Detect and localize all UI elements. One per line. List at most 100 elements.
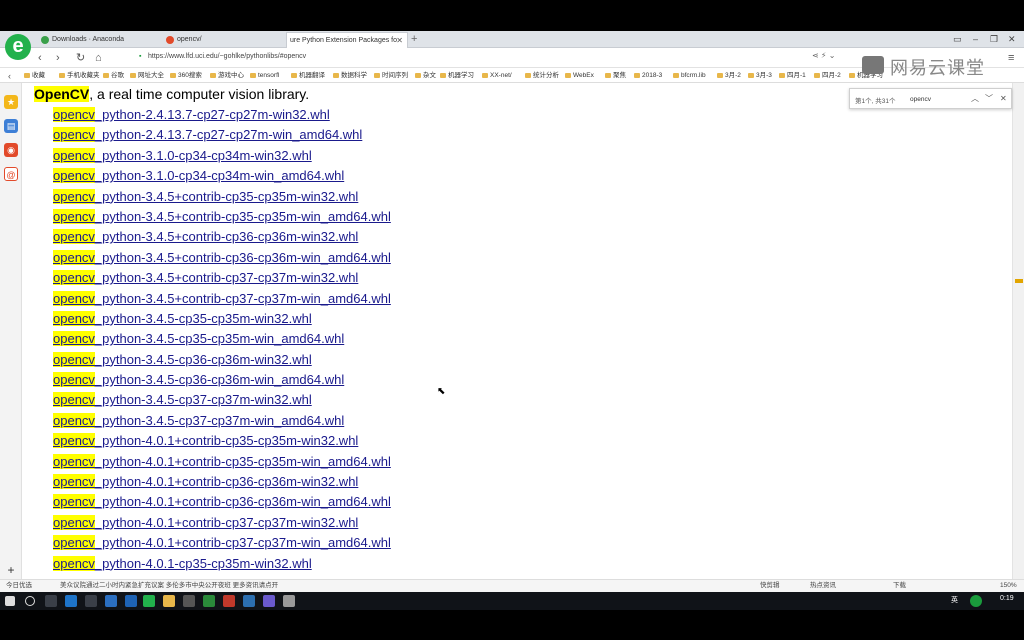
bookmark-item[interactable]: 3月-2	[717, 70, 741, 81]
app-icon[interactable]	[283, 595, 295, 607]
browser-logo-icon[interactable]: e	[5, 34, 31, 60]
app-icon[interactable]	[243, 595, 255, 607]
vertical-scrollbar[interactable]	[1012, 83, 1024, 579]
wheel-file-link[interactable]: opencv_python-3.4.5-cp35-cp35m-win_amd64…	[53, 329, 391, 349]
bookmark-item[interactable]: 收藏	[24, 70, 45, 81]
forward-icon[interactable]: ›	[56, 50, 60, 66]
bookmark-item[interactable]: WebEx	[565, 70, 594, 81]
minimize-button[interactable]: –	[973, 32, 978, 46]
search-icon[interactable]	[25, 596, 35, 606]
wheel-file-link[interactable]: opencv_python-3.4.5+contrib-cp36-cp36m-w…	[53, 227, 391, 247]
wheel-file-link[interactable]: opencv_python-4.0.1+contrib-cp35-cp35m-w…	[53, 431, 391, 451]
library-name[interactable]: OpenCV	[34, 86, 90, 102]
wheel-file-link[interactable]: opencv_python-3.4.5+contrib-cp37-cp37m-w…	[53, 268, 391, 288]
bookmark-item[interactable]: 统计分析	[525, 70, 559, 81]
bookmark-item[interactable]: 杂文	[415, 70, 436, 81]
windows-start-icon[interactable]	[5, 596, 15, 606]
wheel-file-link[interactable]: opencv_python-2.4.13.7-cp27-cp27m-win_am…	[53, 125, 391, 145]
bookmark-item[interactable]: tensorfl	[250, 70, 279, 81]
close-tab-icon[interactable]: ✕	[396, 33, 403, 48]
url-field[interactable]: https://www.lfd.uci.edu/~gohlke/pythonli…	[148, 53, 306, 60]
find-input[interactable]	[910, 93, 968, 105]
favorites-star-icon[interactable]: ★	[4, 95, 18, 109]
wheel-file-link[interactable]: opencv_python-4.0.1+contrib-cp36-cp36m-w…	[53, 492, 391, 512]
status-hot-news[interactable]: 热点资讯	[810, 580, 836, 592]
tab-opencv[interactable]: opencv/	[163, 32, 285, 48]
bookmark-item[interactable]: 四月-2	[814, 70, 841, 81]
bookmark-item[interactable]: 机器学习	[440, 70, 474, 81]
task-view-icon[interactable]	[45, 595, 57, 607]
wheel-file-link[interactable]: opencv_python-4.0.1+contrib-cp35-cp35m-w…	[53, 452, 391, 472]
home-icon[interactable]: ⌂	[95, 50, 102, 66]
close-window-button[interactable]: ✕	[1008, 32, 1016, 46]
notification-icon[interactable]	[970, 595, 982, 607]
search-highlight: opencv	[53, 107, 95, 122]
find-close-icon[interactable]: ✕	[1000, 92, 1007, 105]
wheel-file-link[interactable]: opencv_python-3.4.5+contrib-cp37-cp37m-w…	[53, 289, 391, 309]
wheel-file-link[interactable]: opencv_python-4.0.1+contrib-cp37-cp37m-w…	[53, 513, 391, 533]
menu-icon[interactable]: ≡	[1008, 50, 1014, 66]
wheel-file-link[interactable]: opencv_python-3.1.0-cp34-cp34m-win32.whl	[53, 146, 391, 166]
wheel-file-link[interactable]: opencv_python-3.4.5+contrib-cp36-cp36m-w…	[53, 248, 391, 268]
wheel-file-link[interactable]: opencv_python-3.4.5-cp36-cp36m-win32.whl	[53, 350, 391, 370]
wheel-file-link[interactable]: opencv_python-4.0.1+contrib-cp37-cp37m-w…	[53, 533, 391, 553]
mail-app-icon[interactable]	[105, 595, 117, 607]
app-icon[interactable]	[203, 595, 215, 607]
news-ticker[interactable]: 美众议院通过二小时内紧急扩充议案 多伦多市中央公开夜班 更多资讯请点开	[60, 580, 278, 592]
app-icon[interactable]	[183, 595, 195, 607]
wheel-file-link[interactable]: opencv_python-3.4.5-cp37-cp37m-win32.whl	[53, 390, 391, 410]
find-next-icon[interactable]: ﹀	[985, 92, 993, 105]
bookmark-item[interactable]: 四月-1	[779, 70, 806, 81]
weibo-icon[interactable]: ◉	[4, 143, 18, 157]
wheel-file-link[interactable]: opencv_python-3.4.5-cp35-cp35m-win32.whl	[53, 309, 391, 329]
wheel-file-link[interactable]: opencv_python-4.0.1+contrib-cp36-cp36m-w…	[53, 472, 391, 492]
daily-picks[interactable]: 今日优选	[6, 580, 32, 592]
browser-taskbar-icon[interactable]	[143, 595, 155, 607]
find-prev-icon[interactable]: ︿	[971, 92, 979, 105]
edge-icon[interactable]	[65, 595, 77, 607]
search-highlight: opencv	[53, 270, 95, 286]
bookmark-item[interactable]: 3月-3	[748, 70, 772, 81]
share-icon[interactable]: ⋖ ⚡ ⌄	[812, 51, 835, 60]
back-icon[interactable]: ‹	[38, 50, 42, 66]
bookmark-item[interactable]: 机器翻译	[291, 70, 325, 81]
bookmark-item[interactable]: 网址大全	[130, 70, 164, 81]
app-icon[interactable]	[223, 595, 235, 607]
store-icon[interactable]	[85, 595, 97, 607]
new-tab-button[interactable]: +	[411, 32, 417, 46]
bookmark-item[interactable]: 谷歌	[103, 70, 124, 81]
wheel-file-link[interactable]: opencv_python-3.4.5-cp36-cp36m-win_amd64…	[53, 370, 391, 390]
add-sidebar-icon[interactable]: +	[4, 563, 18, 577]
app-icon[interactable]	[125, 595, 137, 607]
input-language[interactable]: 英	[951, 595, 958, 605]
bookmark-item[interactable]: 2018-3	[634, 70, 662, 81]
news-icon[interactable]: ▤	[4, 119, 18, 133]
zoom-level[interactable]: 150%	[1000, 580, 1017, 592]
wheel-file-link[interactable]: opencv_python-3.4.5+contrib-cp35-cp35m-w…	[53, 187, 391, 207]
tab-python-extension-packages[interactable]: ure Python Extension Packages fo ✕	[286, 32, 408, 48]
status-download[interactable]: 下载	[893, 580, 906, 592]
bookmark-item[interactable]: bfcrm.lib	[673, 70, 706, 81]
tab-downloads-anaconda[interactable]: Downloads · Anaconda	[38, 32, 163, 48]
tabs-menu-icon[interactable]: ▭	[953, 32, 962, 46]
maximize-button[interactable]: ❐	[990, 32, 998, 46]
reload-icon[interactable]: ↻	[76, 50, 85, 66]
bookmark-item[interactable]: 聚焦	[605, 70, 626, 81]
bookmark-item[interactable]: 数据科学	[333, 70, 367, 81]
mail-icon[interactable]: @	[4, 167, 18, 181]
app-icon[interactable]	[263, 595, 275, 607]
bookmark-item[interactable]: 时间序列	[374, 70, 408, 81]
wheel-file-link[interactable]: opencv_python-4.0.1-cp35-cp35m-win32.whl	[53, 554, 391, 574]
bookmark-item[interactable]: 360搜索	[170, 70, 202, 81]
bookmark-item[interactable]: 手机收藏夹	[59, 70, 100, 81]
bookmarks-back-icon[interactable]: ‹	[8, 68, 11, 82]
wheel-file-link[interactable]: opencv_python-3.4.5+contrib-cp35-cp35m-w…	[53, 207, 391, 227]
wheel-file-link[interactable]: opencv_python-2.4.13.7-cp27-cp27m-win32.…	[53, 105, 391, 125]
bookmark-item[interactable]: XX-net/	[482, 70, 512, 81]
wheel-file-link[interactable]: opencv_python-3.4.5-cp37-cp37m-win_amd64…	[53, 411, 391, 431]
status-quick-edit[interactable]: 快剪辑	[760, 580, 780, 592]
explorer-icon[interactable]	[163, 595, 175, 607]
clock[interactable]: 0:19	[1000, 595, 1014, 602]
wheel-file-link[interactable]: opencv_python-3.1.0-cp34-cp34m-win_amd64…	[53, 166, 391, 186]
bookmark-item[interactable]: 游戏中心	[210, 70, 244, 81]
